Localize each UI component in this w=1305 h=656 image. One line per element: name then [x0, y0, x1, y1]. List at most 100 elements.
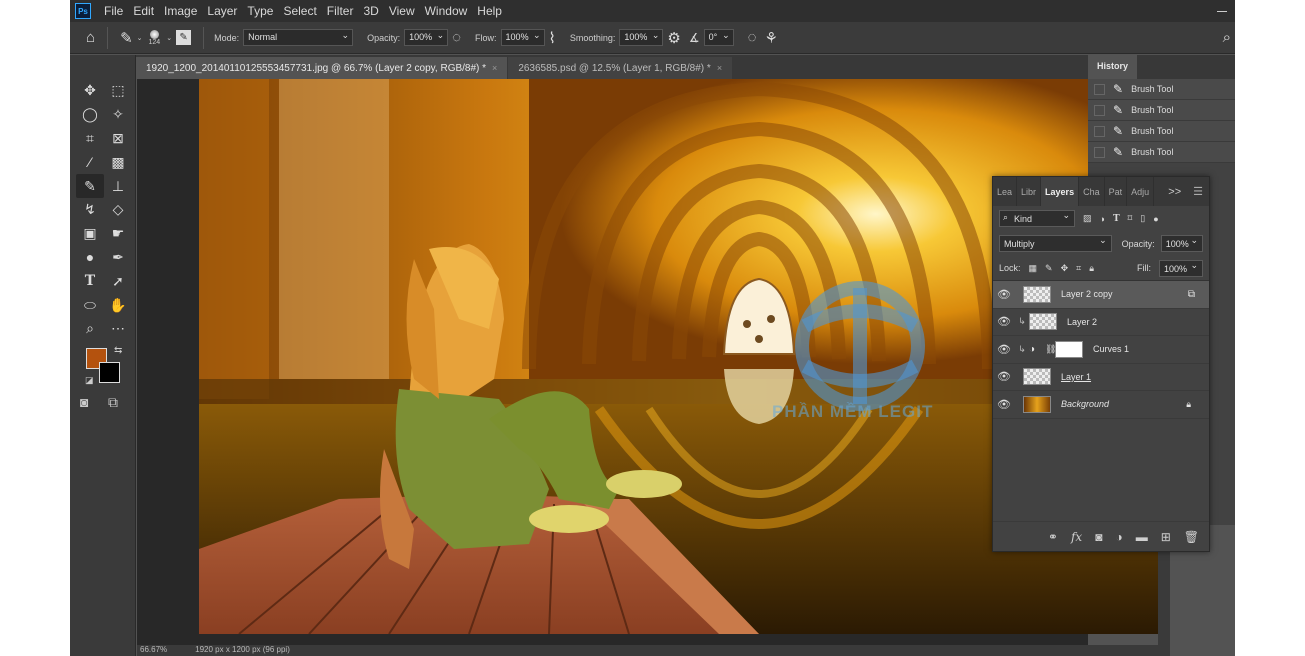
quick-mask-icon[interactable]: ◙	[80, 394, 88, 410]
layer-name[interactable]: Curves 1	[1093, 344, 1129, 354]
more-tabs-icon[interactable]: >>	[1162, 186, 1187, 198]
lock-artboard-icon[interactable]: ⌗	[1076, 263, 1081, 274]
menu-edit[interactable]: Edit	[128, 4, 159, 18]
healing-brush-tool-icon[interactable]: ▩	[104, 150, 132, 174]
more-tools-icon[interactable]: ⋯	[104, 317, 132, 341]
chevron-down-icon[interactable]: ⌄	[166, 34, 172, 42]
history-snapshot-checkbox[interactable]	[1094, 125, 1105, 137]
history-snapshot-checkbox[interactable]	[1094, 104, 1105, 116]
layer-row[interactable]: 👁︎ ↳ ◑ ⛓︎ Curves 1	[993, 336, 1209, 364]
shape-filter-icon[interactable]: ⌑	[1128, 213, 1133, 224]
zoom-tool-icon[interactable]: ⌕	[76, 317, 104, 341]
fill-input[interactable]: 100%	[1159, 259, 1203, 277]
brush-preset-picker[interactable]: 124	[149, 29, 160, 46]
image-filter-icon[interactable]: ▨	[1083, 213, 1092, 224]
tab-libraries[interactable]: Libr	[1017, 177, 1042, 206]
eyedropper-tool-icon[interactable]: ⁄	[76, 150, 104, 174]
gradient-tool-icon[interactable]: ▣	[76, 222, 104, 246]
pressure-size-icon[interactable]: ◌	[748, 29, 757, 46]
adjustment-filter-icon[interactable]: ◑	[1100, 214, 1105, 224]
menu-type[interactable]: Type	[242, 4, 278, 18]
search-icon[interactable]: ⌕	[1223, 29, 1231, 46]
filter-toggle-icon[interactable]: ●	[1153, 214, 1158, 224]
crop-tool-icon[interactable]: ⌗	[76, 127, 104, 151]
menu-view[interactable]: View	[384, 4, 420, 18]
layer-row[interactable]: 👁︎ Background 🔒︎	[993, 391, 1209, 419]
tab-channels[interactable]: Cha	[1079, 177, 1105, 206]
layer-row[interactable]: 👁︎ Layer 2 copy ⧉	[993, 281, 1209, 309]
visibility-eye-icon[interactable]: 👁︎	[993, 315, 1015, 328]
default-colors-icon[interactable]: ◪	[85, 375, 94, 386]
smart-object-filter-icon[interactable]: ▯	[1140, 213, 1145, 224]
tab-adjustments[interactable]: Adju	[1127, 177, 1155, 206]
eraser-tool-icon[interactable]: ◇	[104, 198, 132, 222]
path-selection-tool-icon[interactable]: ➚	[104, 269, 132, 293]
clone-stamp-tool-icon[interactable]: ⊥	[104, 174, 132, 198]
history-item[interactable]: ✎ Brush Tool	[1088, 79, 1235, 100]
marquee-tool-icon[interactable]: ⬚	[104, 79, 132, 103]
history-item[interactable]: ✎ Brush Tool	[1088, 100, 1235, 121]
smoothing-input[interactable]: 100%	[619, 29, 664, 46]
dodge-tool-icon[interactable]: ●	[76, 246, 104, 270]
tab-learn[interactable]: Lea	[993, 177, 1018, 206]
layer-name[interactable]: Background	[1061, 399, 1109, 409]
lock-all-icon[interactable]: 🔒︎	[1089, 263, 1094, 274]
trash-icon[interactable]: 🗑︎	[1184, 530, 1199, 544]
layer-name[interactable]: Layer 2	[1067, 317, 1097, 327]
new-layer-icon[interactable]: ⊞	[1161, 530, 1171, 544]
angle-input[interactable]: 0°	[703, 29, 734, 46]
mode-select[interactable]: Normal	[243, 29, 354, 46]
pen-tool-icon[interactable]: ✒	[104, 246, 132, 270]
history-snapshot-checkbox[interactable]	[1094, 83, 1105, 95]
pressure-opacity-icon[interactable]: ◌	[452, 29, 461, 46]
tab-document-1[interactable]: 1920_1200_20140110125553457731.jpg @ 66.…	[136, 57, 508, 79]
type-filter-icon[interactable]: T	[1113, 214, 1120, 224]
filter-kind-select[interactable]: ⌕ Kind	[999, 210, 1075, 227]
swap-colors-icon[interactable]: ⇆	[114, 345, 122, 356]
brush-settings-icon[interactable]: ✎	[176, 30, 192, 45]
magic-wand-tool-icon[interactable]: ✧	[104, 103, 132, 127]
layer-row[interactable]: 👁︎ ↳ Layer 2	[993, 309, 1209, 336]
history-brush-tool-icon[interactable]: ↯	[76, 198, 104, 222]
move-tool-icon[interactable]: ✥	[76, 79, 104, 103]
smudge-tool-icon[interactable]: ☛	[104, 222, 132, 246]
folder-icon[interactable]: ▬	[1136, 530, 1148, 544]
layer-name[interactable]: Layer 1	[1061, 372, 1091, 382]
horizontal-scrollbar[interactable]	[137, 645, 1170, 656]
menu-help[interactable]: Help	[472, 4, 507, 18]
close-icon[interactable]: ×	[492, 63, 497, 73]
tab-layers[interactable]: Layers	[1041, 177, 1080, 206]
mask-icon[interactable]: ◙	[1095, 530, 1102, 544]
home-icon[interactable]: ⌂	[86, 29, 95, 46]
menu-filter[interactable]: Filter	[322, 4, 359, 18]
history-snapshot-checkbox[interactable]	[1094, 146, 1105, 158]
history-item[interactable]: ✎ Brush Tool	[1088, 121, 1235, 142]
tab-paths[interactable]: Pat	[1105, 177, 1128, 206]
link-icon[interactable]: ⚭	[1048, 530, 1058, 544]
visibility-eye-icon[interactable]: 👁︎	[993, 370, 1015, 383]
visibility-eye-icon[interactable]: 👁︎	[993, 288, 1015, 301]
close-icon[interactable]: ×	[717, 63, 722, 73]
layer-opacity-input[interactable]: 100%	[1160, 235, 1203, 252]
fx-icon[interactable]: fx	[1071, 530, 1082, 544]
lock-transparency-icon[interactable]: ▦	[1029, 263, 1038, 274]
minimize-button[interactable]	[1217, 10, 1227, 12]
menu-file[interactable]: File	[99, 4, 128, 18]
ellipse-tool-icon[interactable]: ⬭	[76, 293, 104, 317]
frame-tool-icon[interactable]: ⊠	[104, 127, 132, 151]
layer-row[interactable]: 👁︎ Layer 1	[993, 364, 1209, 391]
background-color-swatch[interactable]	[99, 362, 120, 383]
flow-input[interactable]: 100%	[500, 29, 545, 46]
screen-mode-icon[interactable]: ⧉	[108, 394, 118, 411]
airbrush-icon[interactable]: ⌇	[549, 29, 556, 47]
panel-menu-icon[interactable]: ☰	[1187, 185, 1209, 198]
adjustment-icon[interactable]: ◑	[1115, 530, 1122, 544]
visibility-eye-icon[interactable]: 👁︎	[993, 343, 1015, 356]
chevron-down-icon[interactable]: ⌄	[137, 34, 143, 42]
visibility-eye-icon[interactable]: 👁︎	[993, 398, 1015, 411]
menu-image[interactable]: Image	[159, 4, 202, 18]
history-item[interactable]: ✎ Brush Tool	[1088, 142, 1235, 163]
lasso-tool-icon[interactable]: ◯	[76, 103, 104, 127]
opacity-input[interactable]: 100%	[404, 29, 449, 46]
brush-tool-icon[interactable]: ✎	[120, 29, 133, 47]
